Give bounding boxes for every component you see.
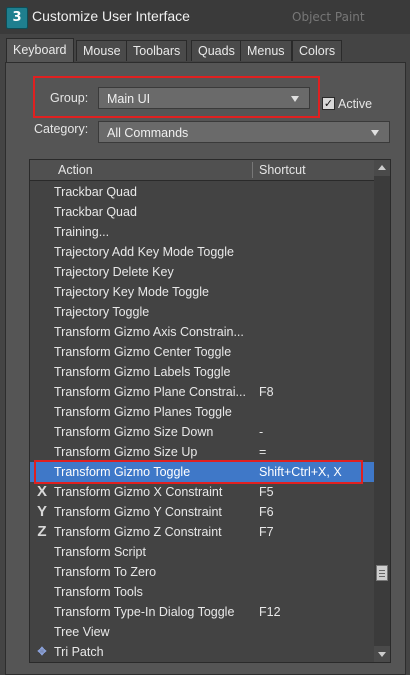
tab-quads[interactable]: Quads [191,40,242,61]
tab-bar: Keyboard Mouse Toolbars Quads Menus Colo… [6,38,406,62]
list-row[interactable]: Trajectory Delete Key [30,262,374,282]
column-header-action[interactable]: Action [58,163,93,177]
list-row[interactable]: Transform Type-In Dialog Toggle F12 [30,602,374,622]
row-action: Transform Tools [54,585,143,599]
list-row[interactable]: Transform Gizmo Planes Toggle [30,402,374,422]
list-row[interactable]: Training... [30,222,374,242]
active-checkbox[interactable]: ✓ [322,97,335,110]
chevron-down-icon [291,96,299,102]
list-scrollbar[interactable] [374,160,390,662]
row-action: Trajectory Toggle [54,305,150,319]
row-action: Trackbar Quad [54,205,137,219]
row-action: Transform Gizmo Y Constraint [54,505,222,519]
list-row[interactable]: Transform Gizmo Size Up = [30,442,374,462]
list-row[interactable]: X Transform Gizmo X Constraint F5 [30,482,374,502]
tri-patch-icon: ✥ [37,646,47,658]
list-row[interactable]: Transform Gizmo Size Down - [30,422,374,442]
list-row[interactable]: Tree View [30,622,374,642]
list-row[interactable]: Transform Tools [30,582,374,602]
group-dropdown[interactable]: Main UI [98,87,310,109]
list-row[interactable]: Transform Gizmo Plane Constrai... F8 [30,382,374,402]
scroll-thumb[interactable] [376,565,388,581]
chevron-down-icon [371,130,379,136]
list-row[interactable]: Trackbar Quad [30,202,374,222]
column-divider[interactable] [252,162,253,178]
row-shortcut: F8 [259,385,274,399]
row-action: Trajectory Add Key Mode Toggle [54,245,234,259]
row-action: Trajectory Key Mode Toggle [54,285,209,299]
category-dropdown-value: All Commands [107,126,189,140]
shortcut-list[interactable]: Action Shortcut Trackbar Quad Trackbar Q… [29,159,391,663]
row-shortcut: = [259,445,267,459]
scroll-down-arrow-icon[interactable] [374,646,390,662]
row-action: Trackbar Quad [54,185,137,199]
tab-mouse[interactable]: Mouse [76,40,128,61]
x-axis-icon: X [36,483,47,500]
list-row[interactable]: Trajectory Toggle [30,302,374,322]
column-header-shortcut[interactable]: Shortcut [259,163,306,177]
group-label: Group: [50,91,89,105]
row-action: Transform To Zero [54,565,157,579]
app-icon: 3 [6,7,28,29]
tab-toolbars[interactable]: Toolbars [126,40,188,61]
row-action: Training... [54,225,110,239]
row-action: Transform Gizmo Size Down [54,425,214,439]
list-row[interactable]: Y Transform Gizmo Y Constraint F6 [30,502,374,522]
scroll-up-arrow-icon[interactable] [374,160,390,176]
window-title: Customize User Interface [32,8,190,24]
selected-row-highlight-box [34,460,363,484]
list-row[interactable]: Transform Gizmo Center Toggle [30,342,374,362]
row-action: Transform Gizmo Planes Toggle [54,405,232,419]
row-action: Tree View [54,625,110,639]
list-row[interactable]: Trackbar Quad [30,182,374,202]
row-shortcut: F12 [259,605,281,619]
tab-colors[interactable]: Colors [292,40,343,61]
row-action: Transform Gizmo Labels Toggle [54,365,231,379]
list-header: Action Shortcut [30,160,374,181]
category-label: Category: [34,122,89,136]
row-shortcut: F5 [259,485,274,499]
row-shortcut: F6 [259,505,274,519]
row-shortcut: F7 [259,525,274,539]
category-dropdown[interactable]: All Commands [98,121,390,143]
row-action: Transform Gizmo Size Up [54,445,198,459]
background-window-text: Object Paint [292,10,365,24]
list-row[interactable]: Trajectory Key Mode Toggle [30,282,374,302]
z-axis-icon: Z [37,523,47,540]
title-bar: 3 Customize User Interface Object Paint [0,0,410,34]
list-row[interactable]: ✥ Tri Patch [30,642,374,662]
row-action: Transform Gizmo Plane Constrai... [54,385,246,399]
list-row[interactable]: Transform To Zero [30,562,374,582]
row-action: Trajectory Delete Key [54,265,174,279]
group-dropdown-value: Main UI [107,92,151,106]
list-row[interactable]: Trajectory Add Key Mode Toggle [30,242,374,262]
y-axis-icon: Y [36,503,47,520]
row-action: Transform Type-In Dialog Toggle [54,605,235,619]
row-action: Transform Gizmo Center Toggle [54,345,232,359]
row-action: Transform Script [54,545,146,559]
row-action: Transform Gizmo X Constraint [54,485,223,499]
list-row[interactable]: Z Transform Gizmo Z Constraint F7 [30,522,374,542]
tab-keyboard[interactable]: Keyboard [6,38,74,62]
row-action: Tri Patch [54,645,104,659]
row-action: Transform Gizmo Axis Constrain... [54,325,244,339]
tab-menus[interactable]: Menus [240,40,292,61]
row-action: Transform Gizmo Z Constraint [54,525,222,539]
list-row[interactable]: Transform Gizmo Axis Constrain... [30,322,374,342]
list-row[interactable]: Transform Gizmo Labels Toggle [30,362,374,382]
list-row[interactable]: Transform Script [30,542,374,562]
row-shortcut: - [259,425,264,439]
active-label: Active [338,97,373,111]
